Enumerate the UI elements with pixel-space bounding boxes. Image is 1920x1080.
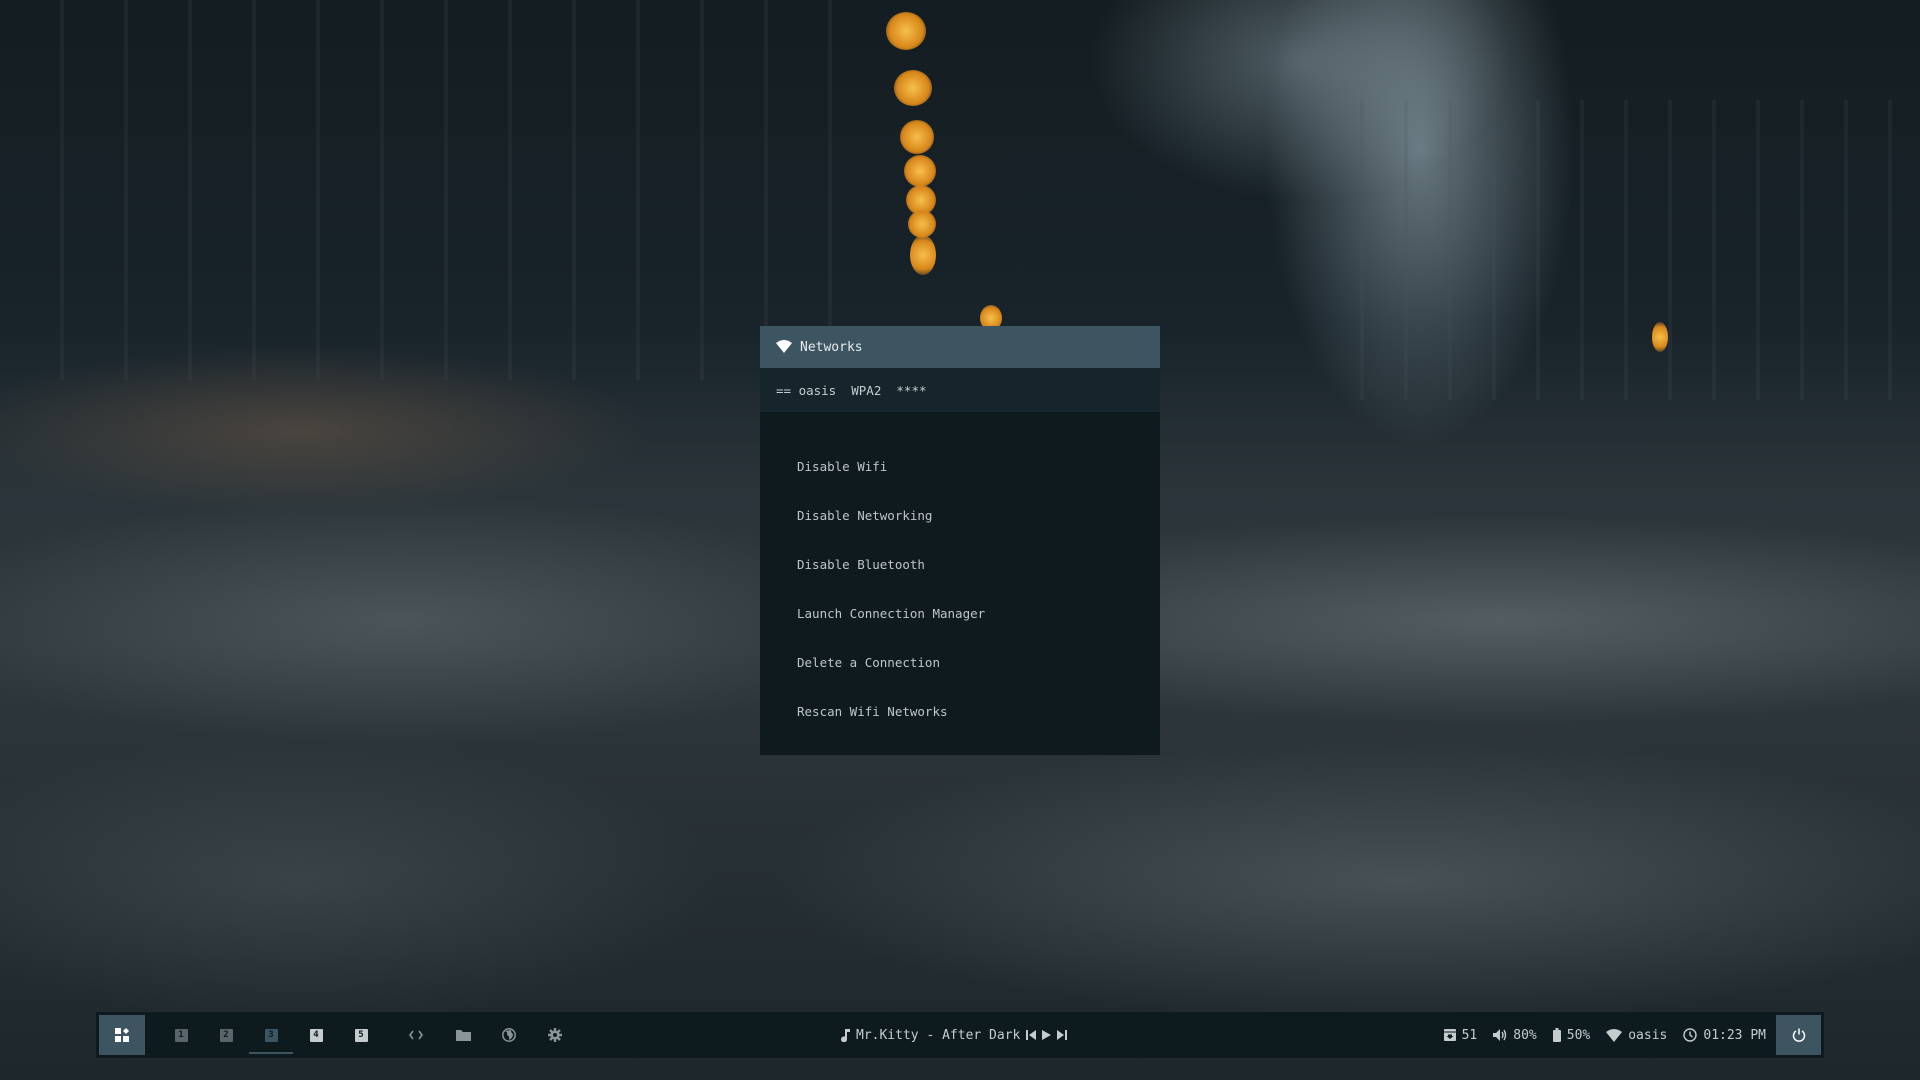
previous-track-button[interactable] [1026, 1030, 1037, 1040]
workspace-5-label: 5 [354, 1028, 368, 1042]
music-player: Mr.Kitty - After Dark [841, 1012, 1068, 1058]
wifi-icon [776, 340, 792, 354]
launcher-button[interactable] [99, 1015, 145, 1055]
wallpaper-light [908, 210, 936, 238]
wallpaper-light [900, 120, 934, 154]
current-connection[interactable]: == oasis WPA2 **** [760, 368, 1160, 412]
play-button[interactable] [1042, 1030, 1052, 1040]
power-button[interactable] [1776, 1015, 1821, 1055]
status-area: 51 80% 50% oasis 01:23 PM [1428, 1012, 1766, 1058]
menu-header: Networks [760, 326, 1160, 368]
volume-module[interactable]: 80% [1493, 1027, 1537, 1043]
workspace-3-label: 3 [264, 1028, 278, 1042]
battery-level: 50% [1566, 1027, 1591, 1043]
clock-module[interactable]: 01:23 PM [1683, 1028, 1766, 1043]
updates-module[interactable]: 51 [1443, 1027, 1478, 1043]
taskbar: 1 2 3 4 5 Mr.Kitty - After Dark 51 80% 5… [96, 1012, 1824, 1058]
wallpaper-light [910, 235, 936, 275]
workspace-4-label: 4 [309, 1028, 323, 1042]
code-icon[interactable] [401, 1012, 431, 1058]
workspace-2[interactable]: 2 [204, 1012, 248, 1058]
menu-item-rescan-wifi[interactable]: Rescan Wifi Networks [760, 687, 1160, 736]
volume-icon [1493, 1029, 1507, 1041]
workspace-3[interactable]: 3 [249, 1012, 293, 1058]
menu-item-disable-bluetooth[interactable]: Disable Bluetooth [760, 540, 1160, 589]
globe-icon[interactable] [494, 1012, 524, 1058]
wallpaper-light [894, 70, 932, 106]
next-track-button[interactable] [1057, 1030, 1068, 1040]
wifi-icon [1606, 1028, 1623, 1042]
workspace-4[interactable]: 4 [294, 1012, 338, 1058]
volume-level: 80% [1513, 1027, 1537, 1043]
wallpaper-fence-left [0, 0, 860, 380]
updates-count: 51 [1461, 1027, 1478, 1043]
workspace-1[interactable]: 1 [159, 1012, 203, 1058]
clock-time: 01:23 PM [1703, 1027, 1766, 1043]
wallpaper-light [1652, 322, 1668, 352]
workspace-2-label: 2 [219, 1028, 233, 1042]
network-module[interactable]: oasis [1606, 1028, 1667, 1043]
workspace-5[interactable]: 5 [339, 1012, 383, 1058]
menu-item-disable-networking[interactable]: Disable Networking [760, 491, 1160, 540]
gear-icon[interactable] [540, 1012, 570, 1058]
apps-grid-icon [115, 1028, 129, 1042]
wallpaper-light [904, 155, 936, 187]
menu-item-disable-wifi[interactable]: Disable Wifi [760, 442, 1160, 491]
network-menu: Networks == oasis WPA2 **** Disable Wifi… [760, 326, 1160, 755]
clock-icon [1683, 1028, 1698, 1042]
power-icon [1792, 1028, 1806, 1042]
track-title: Mr.Kitty - After Dark [856, 1027, 1021, 1043]
workspace-1-label: 1 [174, 1028, 188, 1042]
music-note-icon [841, 1028, 850, 1042]
wallpaper-fence-right [1320, 100, 1920, 400]
menu-item-delete-connection[interactable]: Delete a Connection [760, 638, 1160, 687]
network-name: oasis [1628, 1027, 1668, 1043]
menu-list: Disable Wifi Disable Networking Disable … [760, 412, 1160, 736]
battery-icon [1552, 1028, 1561, 1042]
menu-title: Networks [800, 339, 863, 355]
battery-module: 50% [1552, 1027, 1591, 1043]
package-icon [1443, 1029, 1456, 1041]
folder-icon[interactable] [448, 1012, 478, 1058]
menu-item-launch-connection-manager[interactable]: Launch Connection Manager [760, 589, 1160, 638]
wallpaper-light [886, 12, 926, 50]
